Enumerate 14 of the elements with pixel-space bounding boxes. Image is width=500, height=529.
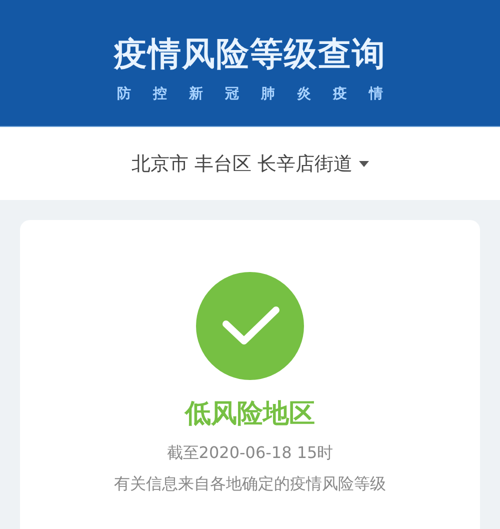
subtitle-character: 疫 [333, 85, 347, 103]
subtitle-character: 肺 [261, 85, 275, 103]
location-dropdown[interactable]: 北京市 丰台区 长辛店街道 [131, 150, 369, 176]
subtitle-character: 新 [189, 85, 203, 103]
subtitle-character: 冠 [225, 85, 239, 103]
update-time: 截至2020-06-18 15时 [166, 443, 334, 464]
subtitle-character: 炎 [297, 85, 311, 103]
source-note: 有关信息来自各地确定的疫情风险等级 [114, 474, 386, 495]
subtitle-character: 控 [153, 85, 167, 103]
caret-icon [358, 160, 369, 166]
subtitle-character: 防 [117, 85, 131, 103]
page-title: 疫情风险等级查询 [114, 33, 386, 75]
subtitle-character: 情 [369, 85, 383, 103]
risk-level: 低风险地区 [185, 398, 315, 431]
